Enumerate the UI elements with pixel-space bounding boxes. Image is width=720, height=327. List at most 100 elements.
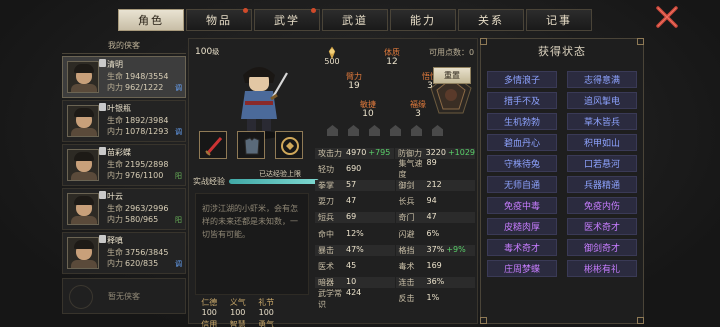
member-mp: 内力 976/1100 <box>107 170 163 181</box>
xp-bar-fill <box>229 179 319 184</box>
status-badge[interactable]: 医术奇才 <box>567 218 637 235</box>
mp-value: 620/835 <box>125 259 159 268</box>
mp-label: 内力 <box>107 215 123 224</box>
close-icon[interactable] <box>654 4 680 30</box>
stat-cell: 连击 36% <box>395 277 475 289</box>
status-badge[interactable]: 多情浪子 <box>487 71 557 88</box>
roster-member[interactable]: 苗彩蝶 生命 2195/2898 内力 976/1100 阳 <box>62 144 186 186</box>
mp-value: 580/965 <box>125 215 159 224</box>
status-badge[interactable]: 御剑奇才 <box>567 239 637 256</box>
member-tag: 调 <box>175 84 182 92</box>
virtue-item: 勇气100 <box>252 319 281 327</box>
stat-label: 格挡 <box>398 245 415 255</box>
tab-4[interactable]: 能力 <box>390 9 456 31</box>
game-screen: 角色 物品 武学 武道 能力 关系 记事 我的侠客 清明 生命 1948/3554 内力 962/1… <box>0 0 720 327</box>
status-grid: 多情浪子 志得意满 措手不及 追风掣电 生机勃勃 草木皆兵 碧血丹心 积甲如山 守株待兔 口若悬河… <box>487 71 639 277</box>
hp-value: 1892/3984 <box>125 116 169 125</box>
roster-member[interactable]: 叶银瓶 生命 1892/3984 内力 1078/1293 调 <box>62 100 186 142</box>
gem-slot[interactable] <box>327 125 338 136</box>
roster-member[interactable]: 释嗔 生命 3756/3845 内力 620/835 调 <box>62 232 186 274</box>
accessory-slot[interactable] <box>275 131 303 159</box>
stat-cell: 防御力 3220 +1029 <box>395 147 475 159</box>
reset-button[interactable]: 重置 <box>433 67 471 84</box>
status-badge[interactable]: 彬彬有礼 <box>567 260 637 277</box>
member-name: 叶银瓶 <box>107 104 131 113</box>
gem-slot[interactable] <box>348 125 359 136</box>
virtue-label: 智慧 <box>229 320 246 327</box>
roster-member[interactable]: 清明 生命 1948/3554 内力 962/1222 调 <box>62 56 186 98</box>
stat-cell: 武学常识 424 <box>315 288 395 310</box>
stat-cell: 集气速度 89 <box>396 158 476 180</box>
stat-value: 69 <box>346 212 357 222</box>
gem-slot[interactable] <box>411 125 422 136</box>
stat-cell: 暗器 10 <box>315 277 395 289</box>
tab-label: 武道 <box>342 14 368 27</box>
hp-value: 1948/3554 <box>125 72 169 81</box>
status-badge[interactable]: 守株待兔 <box>487 155 557 172</box>
stat-value: 212 <box>426 179 442 189</box>
member-name: 清明 <box>107 60 123 69</box>
armor-slot[interactable] <box>237 131 265 159</box>
status-badge[interactable]: 草木皆兵 <box>567 113 637 130</box>
tab-0[interactable]: 角色 <box>118 9 184 31</box>
stat-cell: 轻功 690 <box>315 164 395 175</box>
tab-6[interactable]: 记事 <box>526 9 592 31</box>
xp-label: 实战经验 <box>193 177 225 186</box>
gem-slot[interactable] <box>432 125 443 136</box>
stat-value: 89 <box>426 158 437 168</box>
gem-slot[interactable] <box>369 125 380 136</box>
status-badge[interactable]: 兵器精通 <box>567 176 637 193</box>
hp-value: 3756/3845 <box>125 248 169 257</box>
virtue-item: 智慧100 <box>224 319 253 327</box>
tab-3[interactable]: 武道 <box>322 9 388 31</box>
virtue-item: 礼节 100 <box>252 297 281 317</box>
stat-label: 连击 <box>398 278 415 288</box>
member-name: 叶云 <box>107 192 123 201</box>
status-badge[interactable]: 免疫内伤 <box>567 197 637 214</box>
stat-value: 1% <box>426 293 440 303</box>
attribute-pentagon: 体质 12 臂力 19 悟性 3 敏捷 10 福缘 3 <box>317 43 475 153</box>
virtue-label: 勇气 <box>258 320 275 327</box>
member-hp: 生命 1892/3984 <box>107 115 168 126</box>
status-badge[interactable]: 庄周梦蝶 <box>487 260 557 277</box>
lock-icon <box>99 235 106 243</box>
status-badge[interactable]: 志得意满 <box>567 71 637 88</box>
tab-bar: 角色 物品 武学 武道 能力 关系 记事 <box>118 8 594 31</box>
tab-label: 能力 <box>410 14 436 27</box>
status-badge[interactable]: 生机勃勃 <box>487 113 557 130</box>
status-badge[interactable]: 免疫中毒 <box>487 197 557 214</box>
status-badge[interactable]: 措手不及 <box>487 92 557 109</box>
status-badge[interactable]: 口若悬河 <box>567 155 637 172</box>
status-badge[interactable]: 无师自通 <box>487 176 557 193</box>
member-hp: 生命 2195/2898 <box>107 159 168 170</box>
stat-value: 37% <box>426 244 445 254</box>
stat-label: 轻功 <box>318 164 334 174</box>
roster-member[interactable]: 叶云 生命 2963/2996 内力 580/965 阳 <box>62 188 186 230</box>
gem-slot[interactable] <box>390 125 401 136</box>
virtue-item: 义气 100 <box>224 297 253 317</box>
status-badge[interactable]: 碧血丹心 <box>487 134 557 151</box>
avatar <box>67 237 99 269</box>
status-badge[interactable]: 积甲如山 <box>567 134 637 151</box>
stat-bonus: +9% <box>446 244 466 254</box>
status-badge[interactable]: 追风掣电 <box>567 92 637 109</box>
lock-icon <box>99 103 106 111</box>
tab-5[interactable]: 关系 <box>458 9 524 31</box>
tab-label: 关系 <box>478 14 504 27</box>
tab-2[interactable]: 武学 <box>254 8 320 31</box>
member-name: 释嗔 <box>107 236 123 245</box>
virtue-item: 信用100 <box>195 319 224 327</box>
stat-value: 6% <box>426 228 440 238</box>
tab-1[interactable]: 物品 <box>186 8 252 31</box>
mp-label: 内力 <box>107 83 123 92</box>
status-badge[interactable]: 皮糙肉厚 <box>487 218 557 235</box>
member-hp: 生命 3756/3845 <box>107 247 168 258</box>
stat-value: 12% <box>346 228 364 238</box>
attr-minjie-value: 10 <box>362 109 374 119</box>
lock-icon <box>99 59 106 67</box>
virtue-item: 仁德 100 <box>195 297 224 317</box>
stat-value: 57 <box>346 179 357 189</box>
status-badge[interactable]: 毒术奇才 <box>487 239 557 256</box>
stat-cell: 御剑 212 <box>395 179 475 191</box>
weapon-slot[interactable] <box>199 131 227 159</box>
